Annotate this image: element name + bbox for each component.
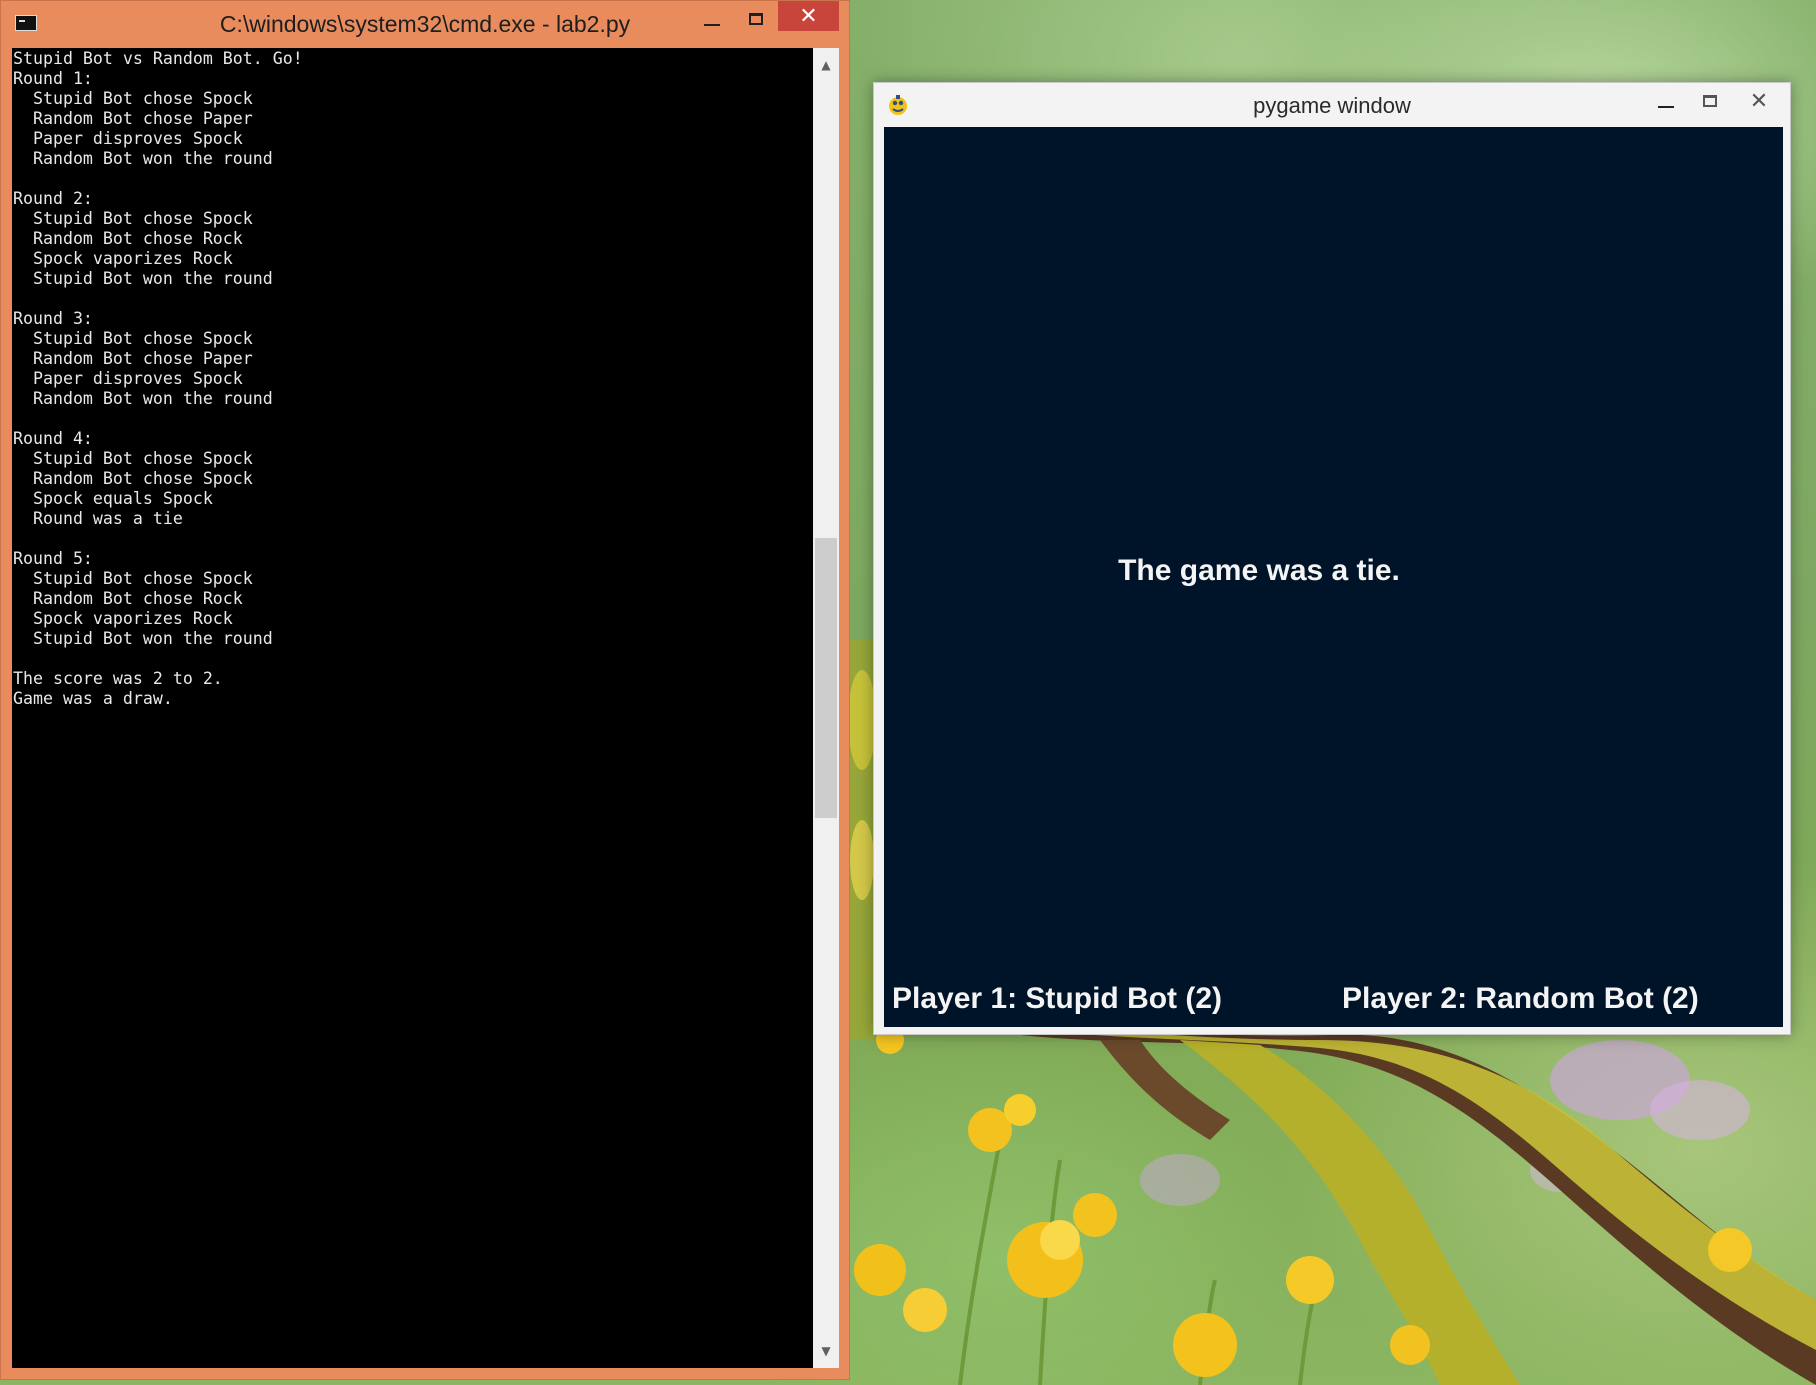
pygame-close-button[interactable]: ✕ [1732,85,1786,117]
console-line: Random Bot chose Spock [13,469,253,488]
player-2-score: Player 2: Random Bot (2) [1342,982,1699,1015]
game-result-text: The game was a tie. [1118,554,1400,587]
console-line: Paper disproves Spock [13,129,243,148]
cmd-minimize-button[interactable] [690,3,734,35]
maximize-icon [1703,95,1717,107]
console-output-area[interactable]: Stupid Bot vs Random Bot. Go! Round 1: S… [12,48,813,1368]
console-line: Random Bot chose Rock [13,229,243,248]
chevron-up-icon: ▲ [821,58,831,72]
console-line: Random Bot chose Rock [13,589,243,608]
player-1-score: Player 1: Stupid Bot (2) [892,982,1223,1015]
console-line: Round 3: [13,309,93,328]
pygame-canvas[interactable]: The game was a tie. Player 1: Stupid Bot… [884,127,1783,1027]
console-line: Stupid Bot chose Spock [13,329,253,348]
cmd-close-button[interactable]: ✕ [778,1,839,31]
close-icon: ✕ [799,3,818,29]
console-line: Stupid Bot chose Spock [13,209,253,228]
console-line: Round 4: [13,429,93,448]
console-line: Stupid Bot chose Spock [13,89,253,108]
scroll-up-button[interactable]: ▲ [813,52,839,78]
cmd-window-title: C:\windows\system32\cmd.exe - lab2.py [219,11,631,37]
cmd-vertical-scrollbar[interactable]: ▲ ▼ [813,48,839,1368]
console-line: Round was a tie [13,509,183,528]
maximize-icon [749,13,763,25]
close-icon: ✕ [1749,88,1769,114]
console-line: Spock equals Spock [13,489,213,508]
console-line: The score was 2 to 2. [13,669,223,688]
scrollbar-thumb[interactable] [815,538,837,818]
cmd-window[interactable]: C:\windows\system32\cmd.exe - lab2.py ✕ … [0,0,850,1380]
cmd-maximize-button[interactable] [734,3,778,35]
console-line: Stupid Bot chose Spock [13,569,253,588]
console-line: Stupid Bot won the round [13,629,273,648]
console-line: Stupid Bot won the round [13,269,273,288]
console-line: Round 2: [13,189,93,208]
pygame-maximize-button[interactable] [1688,85,1732,117]
pygame-titlebar[interactable]: pygame window ✕ [874,83,1790,127]
console-line: Random Bot chose Paper [13,349,253,368]
console-line: Stupid Bot vs Random Bot. Go! [13,49,303,68]
scroll-down-button[interactable]: ▼ [813,1338,839,1364]
cmd-titlebar[interactable]: C:\windows\system32\cmd.exe - lab2.py ✕ [1,1,849,47]
minimize-icon [704,24,720,26]
minimize-icon [1658,106,1674,108]
console-output: Stupid Bot vs Random Bot. Go! Round 1: S… [12,48,813,709]
console-line: Round 5: [13,549,93,568]
console-line: Random Bot won the round [13,389,273,408]
console-line: Game was a draw. [13,689,173,708]
pygame-minimize-button[interactable] [1644,85,1688,117]
chevron-down-icon: ▼ [821,1344,831,1358]
console-line: Round 1: [13,69,93,88]
console-line: Spock vaporizes Rock [13,249,233,268]
console-line: Stupid Bot chose Spock [13,449,253,468]
console-line: Paper disproves Spock [13,369,243,388]
pygame-window[interactable]: pygame window ✕ The game was a tie. Play… [873,82,1791,1035]
console-line: Spock vaporizes Rock [13,609,233,628]
console-line: Random Bot chose Paper [13,109,253,128]
console-line: Random Bot won the round [13,149,273,168]
